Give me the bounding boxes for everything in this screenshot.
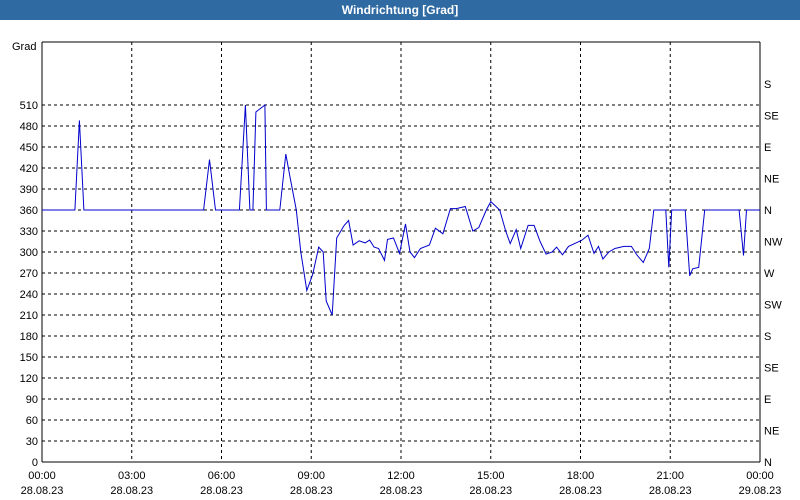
- y-tick-labels: 0 30 60 90 120 150 180 210 240 270 300 330 360 390 420…: [20, 100, 38, 469]
- x-tick-date: 28.08.23: [290, 485, 333, 497]
- right-tick-label: NW: [764, 237, 783, 249]
- y-tick-label: 360: [20, 205, 38, 217]
- right-tick-label: E: [764, 394, 771, 406]
- right-tick-label: W: [764, 268, 775, 280]
- y-tick-label: 480: [20, 121, 38, 133]
- y-tick-label: 330: [20, 226, 38, 238]
- right-tick-label: S: [764, 79, 771, 91]
- wind-direction-chart: Grad 0 30 60 90 120 150 180 210 240 270 300 330 360 3…: [12, 41, 783, 497]
- y-tick-label: 300: [20, 247, 38, 259]
- right-tick-label: N: [764, 457, 772, 469]
- y-tick-label: 90: [26, 394, 38, 406]
- x-tick-time: 06:00: [208, 470, 236, 482]
- right-tick-label: NE: [764, 174, 779, 186]
- x-tick-time: 00:00: [28, 470, 56, 482]
- x-tick-date: 28.08.23: [110, 485, 153, 497]
- right-tick-label: SW: [764, 300, 782, 312]
- y-tick-label: 30: [26, 436, 38, 448]
- x-tick-time: 00:00: [746, 470, 774, 482]
- y-tick-label: 210: [20, 310, 38, 322]
- x-tick-date: 28.08.23: [380, 485, 423, 497]
- right-tick-label: SE: [764, 111, 779, 123]
- y-tick-label: 420: [20, 163, 38, 175]
- x-tick-time: 03:00: [118, 470, 146, 482]
- right-tick-label: SE: [764, 363, 779, 375]
- x-tick-date: 29.08.23: [739, 485, 782, 497]
- y-tick-label: 60: [26, 415, 38, 427]
- x-tick-date: 28.08.23: [649, 485, 692, 497]
- x-tick-time: 09:00: [297, 470, 325, 482]
- y-tick-label: 390: [20, 184, 38, 196]
- x-tick-date: 28.08.23: [21, 485, 64, 497]
- x-tick-date: 28.08.23: [200, 485, 243, 497]
- y-tick-label: 180: [20, 331, 38, 343]
- y-axis-label: Grad: [12, 41, 36, 53]
- y-tick-label: 150: [20, 352, 38, 364]
- y-tick-label: 270: [20, 268, 38, 280]
- y-tick-label: 450: [20, 142, 38, 154]
- y-tick-label: 510: [20, 100, 38, 112]
- x-tick-date: 28.08.23: [559, 485, 602, 497]
- right-tick-labels: N NE E SE S SW W NW N NE E SE S: [764, 79, 783, 469]
- x-tick-time: 15:00: [477, 470, 505, 482]
- x-tick-date: 28.08.23: [469, 485, 512, 497]
- x-tick-time: 18:00: [567, 470, 595, 482]
- x-tick-time: 21:00: [656, 470, 684, 482]
- x-tick-labels: 00:00 28.08.23 03:00 28.08.23 06:00 28.08.23 0…: [21, 470, 782, 497]
- y-tick-label: 0: [32, 457, 38, 469]
- y-tick-label: 240: [20, 289, 38, 301]
- right-tick-label: E: [764, 142, 771, 154]
- right-tick-label: N: [764, 205, 772, 217]
- right-tick-label: S: [764, 331, 771, 343]
- right-tick-label: NE: [764, 426, 779, 438]
- x-tick-time: 12:00: [387, 470, 415, 482]
- y-tick-label: 120: [20, 373, 38, 385]
